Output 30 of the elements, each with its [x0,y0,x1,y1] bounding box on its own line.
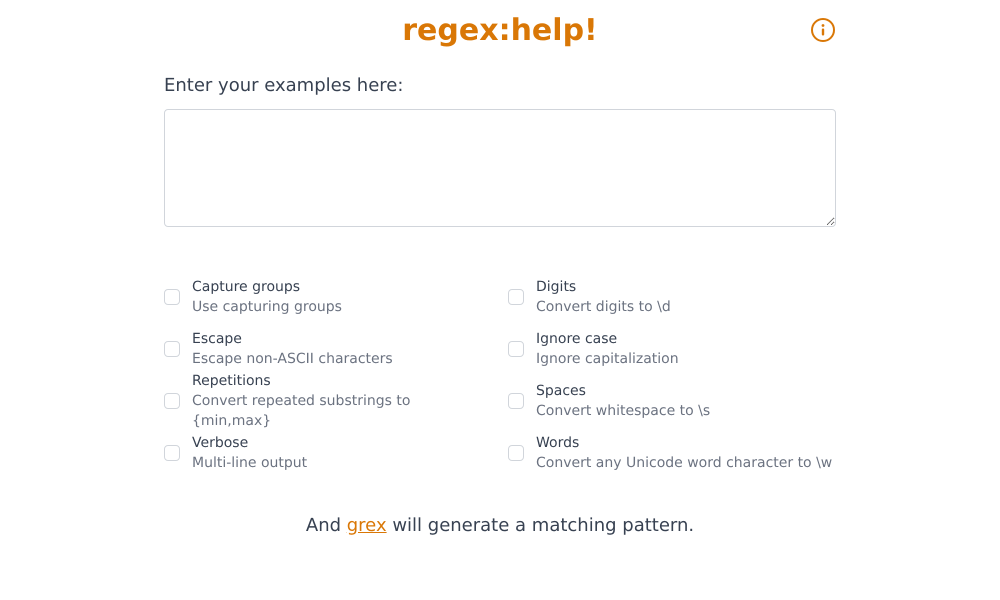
checkbox[interactable] [164,289,180,305]
option-label: Repetitions [192,372,272,391]
option-description: Convert repeated substrings to {min,max} [192,392,412,431]
examples-label: Enter your examples here: [164,74,404,98]
footer-text: And grex will generate a matching pattern. [304,515,696,536]
checkbox[interactable] [508,341,524,357]
option-label: Verbose [192,434,250,453]
grex-link[interactable]: grex [346,515,387,536]
option-description: Multi-line output [192,454,308,473]
option-description: Use capturing groups [192,298,342,317]
option-description: Convert whitespace to \s [536,402,710,421]
option-description: Convert digits to \d [536,298,671,317]
checkbox[interactable] [508,445,524,461]
checkbox[interactable] [164,445,180,461]
option-label: Ignore case [536,330,618,349]
option-description: Ignore capitalization [536,350,679,369]
checkbox[interactable] [164,341,180,357]
checkbox[interactable] [508,289,524,305]
option-description: Convert any Unicode word character to \w [536,454,832,473]
checkbox[interactable] [164,393,180,409]
option-label: Digits [536,278,578,297]
option-label: Escape [192,330,243,349]
option-label: Words [536,434,580,453]
info-icon[interactable] [810,17,836,43]
option-label: Capture groups [192,278,302,297]
checkbox[interactable] [508,393,524,409]
option-description: Escape non-ASCII characters [192,350,393,369]
examples-input[interactable] [164,109,836,227]
option-label: Spaces [536,382,587,401]
app-title: regex:help! [402,12,598,48]
